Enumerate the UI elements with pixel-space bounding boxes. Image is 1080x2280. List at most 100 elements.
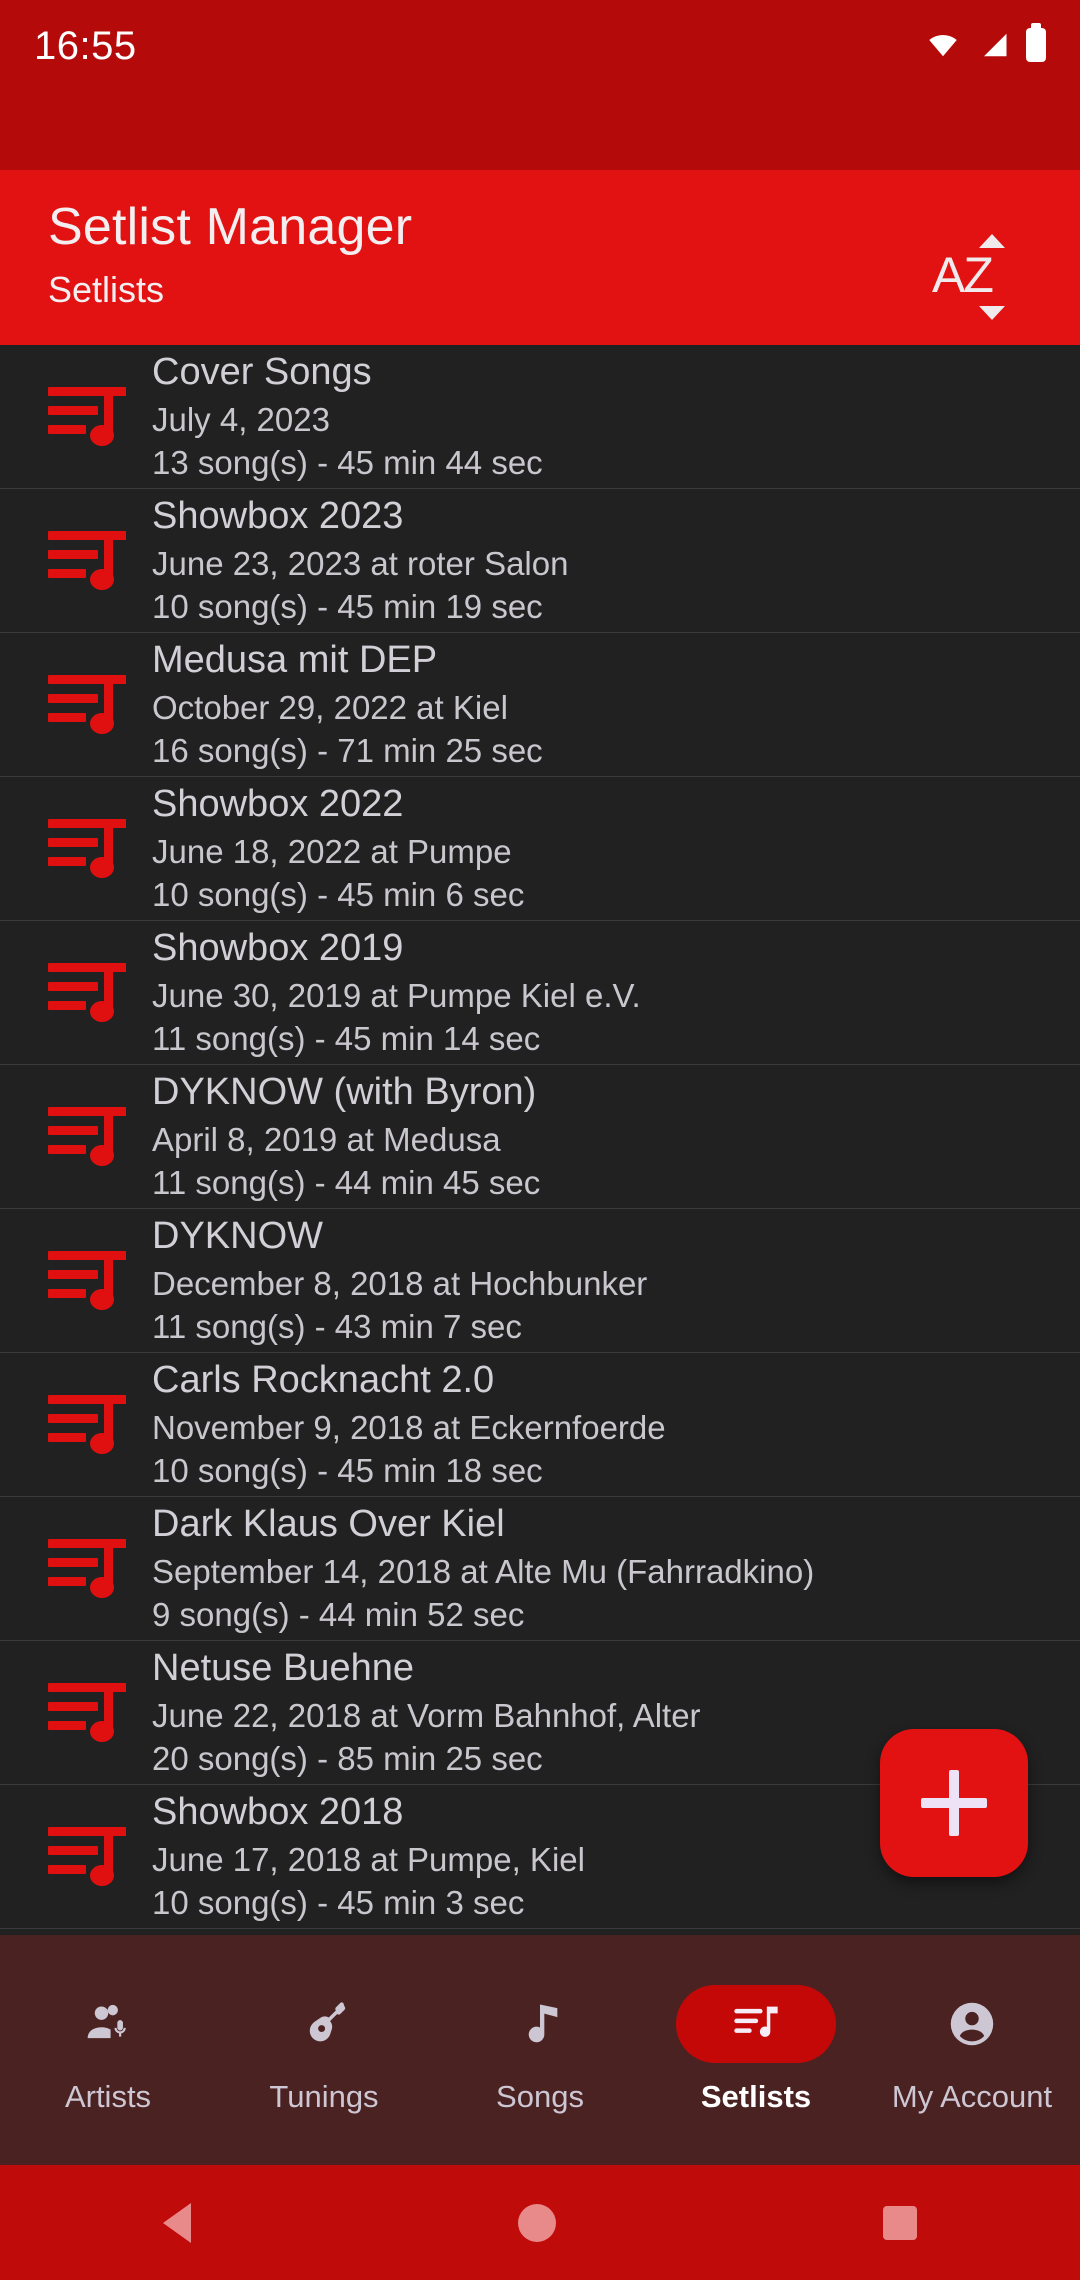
setlist-date: June 17, 2018 at Pumpe, Kiel xyxy=(152,1840,585,1878)
sort-asc-arrow-icon xyxy=(979,234,1005,248)
setlist-date: November 9, 2018 at Eckernfoerde xyxy=(152,1408,666,1446)
setlist-texts: DYKNOW (with Byron) April 8, 2019 at Medu… xyxy=(152,1068,540,1204)
setlist-texts: Showbox 2018 June 17, 2018 at Pumpe, Kiel… xyxy=(152,1788,585,1924)
setlist-row[interactable]: Medusa mit DEP October 29, 2022 at Kiel 16… xyxy=(0,633,1080,777)
setlist-meta: 11 song(s) - 45 min 14 sec xyxy=(152,1020,541,1058)
setlist-name: Showbox 2018 xyxy=(152,1791,404,1834)
app-bar-titles: Setlist Manager Setlists xyxy=(48,198,412,314)
setlist-date: July 4, 2023 xyxy=(152,400,330,438)
setlist-row[interactable]: DYKNOW (with Byron) April 8, 2019 at Medu… xyxy=(0,1065,1080,1209)
playlist-icon xyxy=(48,957,132,1029)
setlist-meta: 10 song(s) - 45 min 19 sec xyxy=(152,588,543,626)
setlist-texts: DYKNOW December 8, 2018 at Hochbunker 11 s… xyxy=(152,1212,647,1348)
setlist-meta: 20 song(s) - 85 min 25 sec xyxy=(152,1740,543,1778)
setlist-name: Showbox 2023 xyxy=(152,495,404,538)
playlist-icon xyxy=(48,1101,132,1173)
status-time: 16:55 xyxy=(34,24,137,68)
sort-desc-arrow-icon xyxy=(979,306,1005,320)
plus-icon xyxy=(921,1770,987,1836)
setlist-name: DYKNOW (with Byron) xyxy=(152,1071,537,1114)
bottom-navigation[interactable]: Artists Tunings Songs Setlists My Account xyxy=(0,1935,1080,2165)
setlist-name: Cover Songs xyxy=(152,351,372,394)
page-title: Setlist Manager xyxy=(48,198,413,256)
add-setlist-fab[interactable] xyxy=(880,1729,1028,1877)
playlist-icon xyxy=(48,1389,132,1461)
setlist-date: June 22, 2018 at Vorm Bahnhof, Alter xyxy=(152,1696,701,1734)
battery-icon xyxy=(1026,23,1046,62)
setlist-row[interactable]: Carls Rocknacht 2.0 November 9, 2018 at E… xyxy=(0,1353,1080,1497)
setlist-meta: 10 song(s) - 45 min 3 sec xyxy=(152,1884,525,1922)
playlist-icon xyxy=(48,525,132,597)
signal-icon xyxy=(984,33,1007,57)
setlist-name: Medusa mit DEP xyxy=(152,639,438,682)
nav-item-setlists[interactable]: Setlists xyxy=(648,1935,864,2165)
nav-item-label: Songs xyxy=(496,2079,584,2114)
playlist-icon xyxy=(48,1533,132,1605)
playlist-icon xyxy=(48,669,132,741)
music-note-icon xyxy=(460,1985,620,2063)
nav-item-my-account[interactable]: My Account xyxy=(864,1935,1080,2165)
nav-item-label: Setlists xyxy=(700,2079,812,2114)
nav-item-tunings[interactable]: Tunings xyxy=(216,1935,432,2165)
status-bar: 16:55 xyxy=(0,0,1080,170)
setlist-texts: Showbox 2023 June 23, 2023 at roter Salon… xyxy=(152,492,568,628)
guitar-icon xyxy=(244,1985,404,2063)
playlist-icon xyxy=(48,813,132,885)
app-bar: Setlist Manager Setlists AZ xyxy=(0,170,1080,345)
setlist-meta: 9 song(s) - 44 min 52 sec xyxy=(152,1596,525,1634)
system-navigation-bar[interactable] xyxy=(0,2165,1080,2280)
setlist-name: Showbox 2019 xyxy=(152,927,404,970)
setlist-name: Carls Rocknacht 2.0 xyxy=(152,1359,495,1402)
setlist-meta: 13 song(s) - 45 min 44 sec xyxy=(152,444,543,482)
setlist-meta: 11 song(s) - 44 min 45 sec xyxy=(152,1164,541,1202)
setlist-texts: Cover Songs July 4, 2023 13 song(s) - 45 m… xyxy=(152,348,543,484)
setlist-date: October 29, 2022 at Kiel xyxy=(152,688,508,726)
setlist-texts: Netuse Buehne June 22, 2018 at Vorm Bahnh… xyxy=(152,1644,701,1780)
setlist-name: Netuse Buehne xyxy=(152,1647,414,1690)
setlist-row[interactable]: Cover Songs July 4, 2023 13 song(s) - 45 m… xyxy=(0,345,1080,489)
home-circle-icon[interactable] xyxy=(517,2203,556,2242)
setlist-date: June 18, 2022 at Pumpe xyxy=(152,832,512,870)
playlist-icon xyxy=(676,1985,836,2063)
setlist-meta: 11 song(s) - 43 min 7 sec xyxy=(152,1308,522,1346)
setlist-row[interactable]: DYKNOW December 8, 2018 at Hochbunker 11 s… xyxy=(0,1209,1080,1353)
setlist-list[interactable]: Cover Songs July 4, 2023 13 song(s) - 45 m… xyxy=(0,345,1080,1935)
setlist-name: Showbox 2022 xyxy=(152,783,404,826)
setlist-date: December 8, 2018 at Hochbunker xyxy=(152,1264,648,1302)
playlist-icon xyxy=(48,381,132,453)
setlist-name: Dark Klaus Over Kiel xyxy=(152,1503,505,1546)
setlist-meta: 16 song(s) - 71 min 25 sec xyxy=(152,732,543,770)
setlist-texts: Dark Klaus Over Kiel September 14, 2018 a… xyxy=(152,1500,814,1636)
nav-item-artists[interactable]: Artists xyxy=(0,1935,216,2165)
nav-item-songs[interactable]: Songs xyxy=(432,1935,648,2165)
recents-square-icon[interactable] xyxy=(882,2205,917,2240)
artists-mic-icon xyxy=(28,1985,188,2063)
setlist-row[interactable]: Showbox 2022 June 18, 2022 at Pumpe 10 son… xyxy=(0,777,1080,921)
nav-item-label: Tunings xyxy=(269,2079,379,2114)
setlist-texts: Showbox 2019 June 30, 2019 at Pumpe Kiel … xyxy=(152,924,641,1060)
account-icon xyxy=(892,1985,1052,2063)
setlist-date: April 8, 2019 at Medusa xyxy=(152,1120,501,1158)
nav-item-label: Artists xyxy=(64,2079,152,2114)
nav-item-label: My Account xyxy=(891,2079,1053,2114)
playlist-icon xyxy=(48,1245,132,1317)
setlist-meta: 10 song(s) - 45 min 18 sec xyxy=(152,1452,543,1490)
sort-az-label: AZ xyxy=(932,247,994,303)
status-icons xyxy=(924,23,1046,62)
setlist-date: June 30, 2019 at Pumpe Kiel e.V. xyxy=(152,976,641,1014)
setlist-texts: Carls Rocknacht 2.0 November 9, 2018 at E… xyxy=(152,1356,666,1492)
playlist-icon xyxy=(48,1821,132,1893)
setlist-row[interactable]: Showbox 2023 June 23, 2023 at roter Salon… xyxy=(0,489,1080,633)
setlist-texts: Showbox 2022 June 18, 2022 at Pumpe 10 son… xyxy=(152,780,524,916)
setlist-row[interactable]: Dark Klaus Over Kiel September 14, 2018 a… xyxy=(0,1497,1080,1641)
back-triangle-icon[interactable] xyxy=(163,2202,192,2243)
setlist-meta: 10 song(s) - 45 min 6 sec xyxy=(152,876,525,914)
page-subtitle: Setlists xyxy=(48,269,165,311)
setlist-texts: Medusa mit DEP October 29, 2022 at Kiel 16… xyxy=(152,636,543,772)
setlist-row[interactable]: Showbox 2019 June 30, 2019 at Pumpe Kiel … xyxy=(0,921,1080,1065)
sort-az-button[interactable]: AZ xyxy=(932,234,1028,320)
setlist-date: June 23, 2023 at roter Salon xyxy=(152,544,569,582)
wifi-icon xyxy=(929,34,957,57)
app-screen: 16:55 Setlist Manager Setlists AZ Cover … xyxy=(0,0,1080,2280)
setlist-name: DYKNOW xyxy=(152,1215,323,1258)
